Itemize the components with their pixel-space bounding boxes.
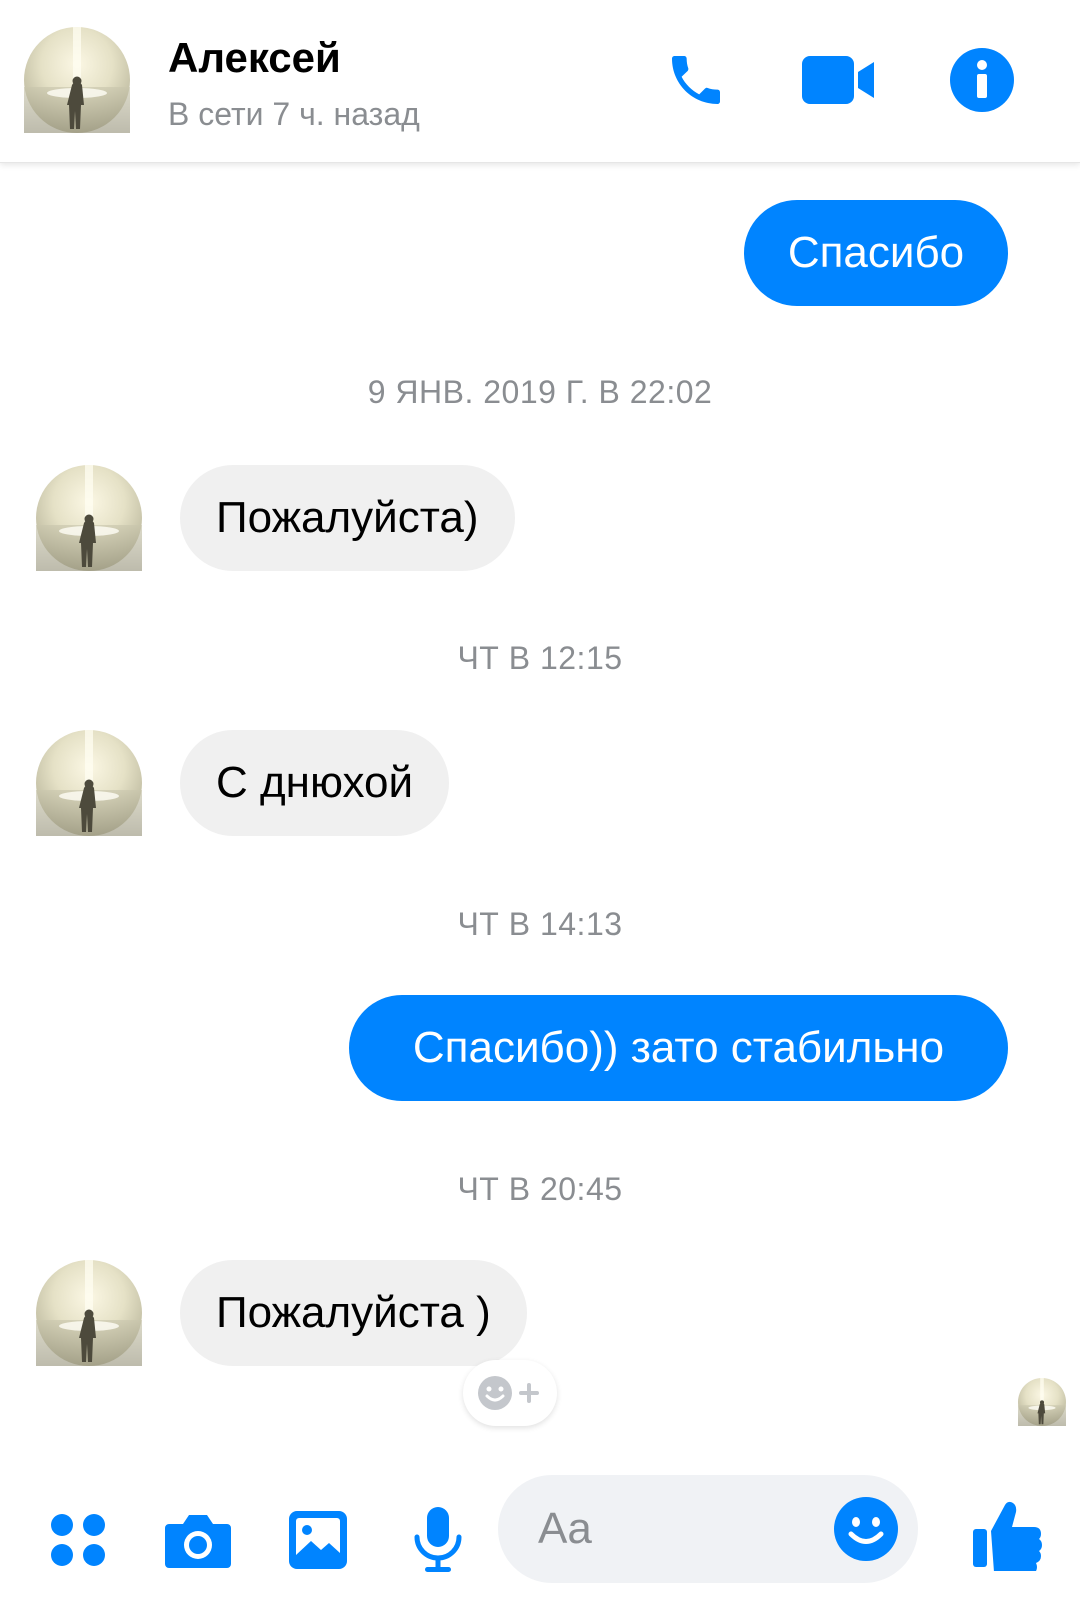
message-timestamp: 9 ЯНВ. 2019 Г. В 22:02	[367, 374, 713, 410]
conversation-header: Алексей В сети 7 ч. назад	[0, 0, 1080, 163]
apps-icon[interactable]	[38, 1500, 118, 1580]
add-reaction-button[interactable]	[463, 1360, 557, 1426]
emoji-icon[interactable]	[831, 1494, 901, 1564]
sender-avatar[interactable]	[36, 465, 142, 571]
thumbs-up-icon[interactable]	[962, 1490, 1052, 1580]
microphone-icon[interactable]	[398, 1500, 478, 1580]
message-bubble-outgoing[interactable]: Спасибо)) зато стабильно	[349, 995, 1008, 1101]
add-reaction-icon	[478, 1376, 539, 1410]
message-bubble-incoming[interactable]: С днюхой	[180, 730, 450, 836]
gallery-icon[interactable]	[278, 1500, 358, 1580]
message-bubble-outgoing[interactable]: Спасибо	[744, 200, 1008, 306]
info-icon[interactable]	[944, 42, 1020, 118]
contact-name[interactable]: Алексей	[168, 34, 341, 82]
sender-avatar[interactable]	[36, 1260, 142, 1366]
message-bubble-incoming[interactable]: Пожалуйста )	[180, 1260, 527, 1366]
message-timestamp: ЧТ В 20:45	[457, 1171, 623, 1207]
message-composer	[0, 1460, 1080, 1607]
contact-status: В сети 7 ч. назад	[168, 96, 420, 132]
message-timestamp: ЧТ В 12:15	[457, 640, 623, 676]
contact-avatar[interactable]	[24, 27, 130, 133]
sender-avatar[interactable]	[36, 730, 142, 836]
read-receipt-avatar	[1018, 1378, 1066, 1426]
camera-icon[interactable]	[158, 1500, 238, 1580]
message-timestamp: ЧТ В 14:13	[457, 906, 623, 942]
message-bubble-incoming[interactable]: Пожалуйста)	[180, 465, 515, 571]
phone-icon[interactable]	[658, 42, 734, 118]
video-camera-icon[interactable]	[800, 42, 876, 118]
